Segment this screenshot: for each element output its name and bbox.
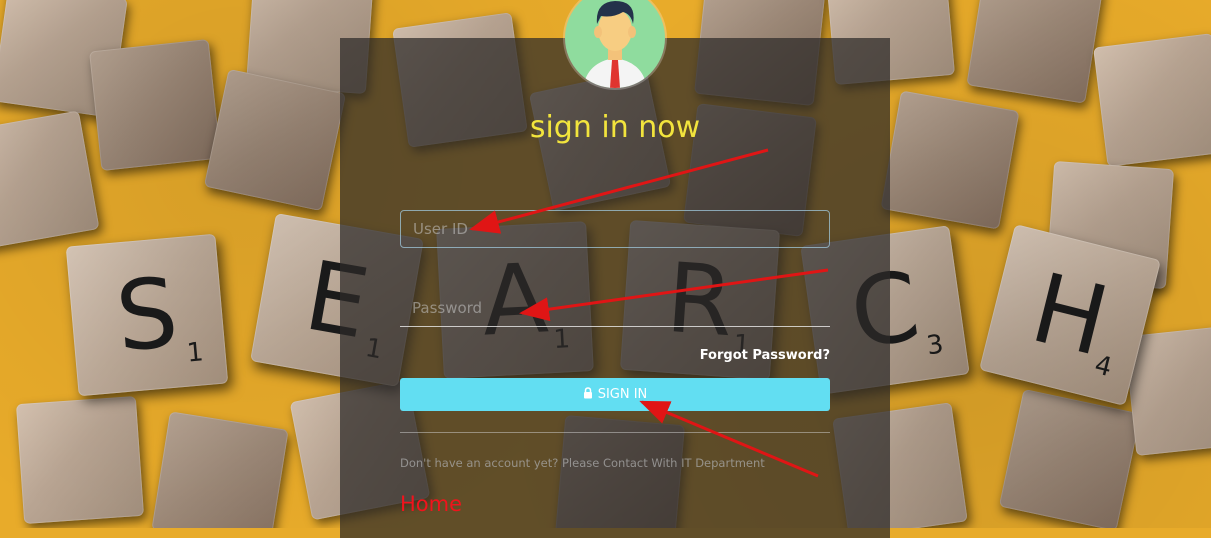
page-title: sign in now xyxy=(529,110,701,145)
home-link[interactable]: Home xyxy=(400,492,462,516)
divider xyxy=(400,432,830,433)
lock-icon xyxy=(583,386,593,403)
user-id-input[interactable] xyxy=(400,210,830,248)
sign-in-label: SIGN IN xyxy=(597,387,648,402)
forgot-password-link[interactable]: Forgot Password? xyxy=(400,348,830,363)
contact-note: Don't have an account yet? Please Contac… xyxy=(400,456,765,470)
sign-in-button[interactable]: SIGN IN xyxy=(400,378,830,411)
password-input[interactable] xyxy=(400,289,830,327)
